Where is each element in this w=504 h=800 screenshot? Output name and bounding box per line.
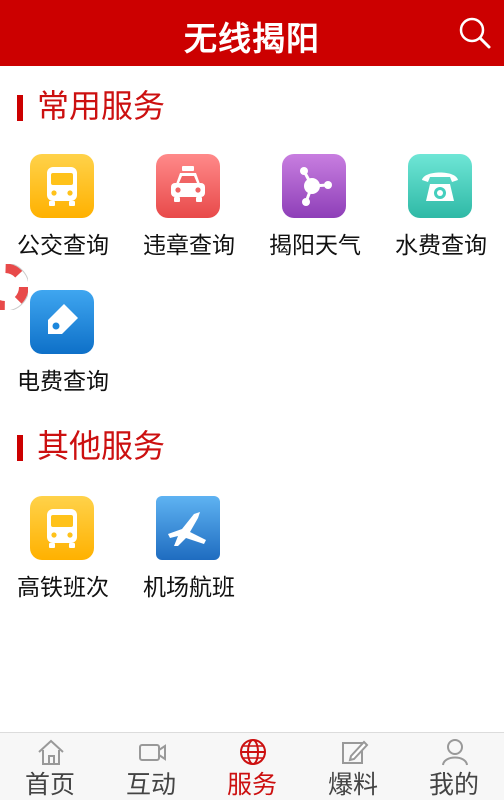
nav-label: 互动 xyxy=(125,770,176,799)
service-jieyang-weather[interactable]: 揭阳天气 xyxy=(252,154,378,274)
service-label: 公交查询 xyxy=(17,233,109,259)
bus-icon xyxy=(30,154,94,218)
service-bus-query[interactable]: 公交查询 xyxy=(0,154,126,274)
section-title: 其他服务 xyxy=(37,427,166,465)
search-icon xyxy=(459,17,491,49)
service-airport-flights[interactable]: 机场航班 xyxy=(126,496,252,616)
page-title: 无线揭阳 xyxy=(184,19,320,58)
car-icon xyxy=(156,154,220,218)
bus-icon xyxy=(30,496,94,560)
nav-label: 爆料 xyxy=(327,770,378,799)
weather-icon xyxy=(282,154,346,218)
service-label: 揭阳天气 xyxy=(269,233,361,259)
nav-report[interactable]: 爆料 xyxy=(303,733,403,800)
service-label: 机场航班 xyxy=(143,575,235,601)
nav-mine[interactable]: 我的 xyxy=(404,733,504,800)
nav-label: 我的 xyxy=(428,770,479,799)
search-button[interactable] xyxy=(458,16,492,50)
section-marker xyxy=(17,435,23,461)
tag-icon xyxy=(30,290,94,354)
telephone-icon xyxy=(408,154,472,218)
service-violation-query[interactable]: 违章查询 xyxy=(126,154,252,274)
floating-help-button[interactable] xyxy=(0,262,30,312)
nav-home[interactable]: 首页 xyxy=(0,733,100,800)
section-title: 常用服务 xyxy=(37,87,166,125)
top-bar: 无线揭阳 xyxy=(0,0,504,66)
edit-icon xyxy=(342,740,369,764)
nav-label: 服务 xyxy=(226,770,277,799)
service-label: 违章查询 xyxy=(143,233,235,259)
globe-icon xyxy=(240,739,266,765)
nav-services[interactable]: 服务 xyxy=(202,733,302,800)
video-icon xyxy=(139,744,166,761)
lifebuoy-icon xyxy=(0,262,30,312)
service-label: 电费查询 xyxy=(17,369,109,395)
service-label: 水费查询 xyxy=(395,233,487,259)
nav-label: 首页 xyxy=(24,770,75,799)
service-high-speed-rail[interactable]: 高铁班次 xyxy=(0,496,126,616)
service-label: 高铁班次 xyxy=(17,575,109,601)
nav-interaction[interactable]: 互动 xyxy=(101,733,201,800)
airplane-icon xyxy=(156,496,220,560)
app-screen: 无线揭阳 常用服务 公交查询 违章查询 揭阳天气 水费查询 电费查询 其他服务 … xyxy=(0,0,504,800)
section-marker xyxy=(17,95,23,121)
service-water-bill-query[interactable]: 水费查询 xyxy=(378,154,504,274)
bottom-navigation: 首页 互动 服务 爆料 我的 xyxy=(0,732,504,800)
home-icon xyxy=(38,739,64,765)
user-icon xyxy=(442,739,468,766)
